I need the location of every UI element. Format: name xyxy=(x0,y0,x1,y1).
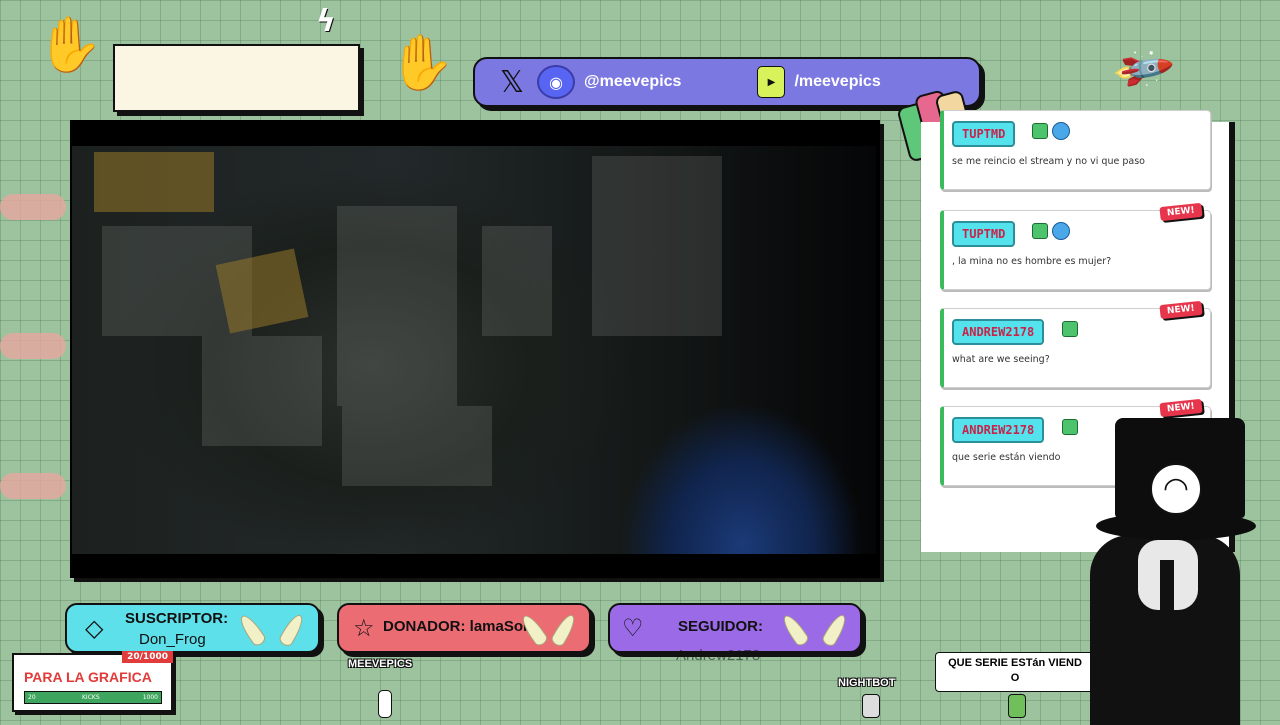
empty-note-box xyxy=(113,44,360,112)
chat-message: TUPTMD se me reincio el stream y no vi q… xyxy=(940,110,1211,190)
video-player[interactable] xyxy=(72,146,876,554)
chat-message-text: que serie están viendo xyxy=(952,452,1061,463)
kick-goal-widget: PARA LA GRAFICA 20/1000 20 KICKS 1000 xyxy=(12,651,173,712)
chat-username[interactable]: ANDREW2178 xyxy=(952,417,1045,443)
streamer-name: MEEVEPICS xyxy=(348,658,413,670)
chat-message-text: , la mina no es hombre es mujer? xyxy=(952,256,1112,267)
goal-min: 20 xyxy=(28,694,36,701)
goal-count: 20/1000 xyxy=(122,651,173,663)
discord-icon[interactable]: ◉ xyxy=(537,65,575,99)
bubble-line-1: QUE SERIE ESTán VIEND xyxy=(948,657,1082,669)
verified-badge-icon xyxy=(1052,122,1070,140)
subscriber-badge-icon xyxy=(1032,223,1048,239)
social-handle-right: /meevepics xyxy=(794,73,881,90)
new-badge: NEW! xyxy=(1159,300,1203,320)
x-logo-icon[interactable]: 𝕏 xyxy=(497,65,527,100)
chat-username[interactable]: TUPTMD xyxy=(952,221,1016,247)
feather-icon xyxy=(549,611,579,649)
verified-badge-icon xyxy=(1052,222,1070,240)
side-ribbon-icon xyxy=(0,194,66,220)
lightning-bolt-icon: ϟ xyxy=(316,4,336,39)
feather-icon xyxy=(277,611,307,649)
mascot-tie xyxy=(1160,560,1174,620)
donor-tag: ☆ DONADOR: lamaSor xyxy=(337,603,591,653)
bot-sprite-icon xyxy=(862,694,880,718)
subscriber-badge-icon xyxy=(1062,419,1078,435)
feather-icon xyxy=(236,612,268,648)
bunny-sprite-icon xyxy=(378,690,392,718)
hand-left-icon: ✋ xyxy=(36,13,104,76)
goal-progress-bar: 20 KICKS 1000 xyxy=(24,691,162,704)
donor-title: DONADOR: lamaSor xyxy=(383,618,529,635)
follower-title: SEGUIDOR: xyxy=(678,618,764,635)
new-badge: NEW! xyxy=(1159,202,1203,222)
frog-sprite-icon xyxy=(1008,694,1026,718)
chat-message-text: what are we seeing? xyxy=(952,354,1050,365)
chat-username[interactable]: TUPTMD xyxy=(952,121,1016,147)
mascot-eye-icon: ◠ xyxy=(1150,463,1202,515)
follower-tag: ♡ SEGUIDOR: Andrew2178 xyxy=(608,603,862,664)
chat-username[interactable]: ANDREW2178 xyxy=(952,319,1045,345)
social-handle-left: @meevepics xyxy=(584,73,682,90)
chat-message-text: se me reincio el stream y no vi que paso xyxy=(952,156,1145,167)
chat-message: ANDREW2178 what are we seeing? NEW! xyxy=(940,300,1211,388)
subscriber-badge-icon xyxy=(1032,123,1048,139)
side-ribbon-icon xyxy=(0,473,66,499)
follower-name: Andrew2178 xyxy=(676,647,761,664)
goal-title: PARA LA GRAFICA xyxy=(24,669,152,685)
feather-icon xyxy=(820,611,850,649)
chat-message: TUPTMD , la mina no es hombre es mujer? … xyxy=(940,202,1211,290)
new-badge: NEW! xyxy=(1159,398,1203,418)
youtube-icon[interactable]: ▶ xyxy=(757,66,786,98)
subscriber-tag: ◇ SUSCRIPTOR: Don_Frog xyxy=(65,603,320,653)
bubble-line-2: O xyxy=(1010,672,1020,684)
subscriber-title: SUSCRIPTOR: xyxy=(125,610,229,627)
diamond-icon: ◇ xyxy=(85,614,104,642)
hand-right-icon: ✋ xyxy=(388,31,456,94)
side-ribbon-icon xyxy=(0,333,66,359)
rocket-icon: 🚀 xyxy=(1109,36,1177,104)
heart-icon: ♡ xyxy=(622,614,644,642)
subscriber-name: Don_Frog xyxy=(139,631,206,648)
subscriber-badge-icon xyxy=(1062,321,1078,337)
star-icon: ☆ xyxy=(353,614,375,642)
bot-name: NIGHTBOT xyxy=(838,677,896,689)
goal-label: KICKS xyxy=(82,694,100,701)
chat-speech-bubble: QUE SERIE ESTán VIEND O xyxy=(935,652,1095,692)
goal-max: 1000 xyxy=(142,694,158,701)
feather-icon xyxy=(779,612,811,648)
mascot-hat-brim xyxy=(1096,512,1256,540)
